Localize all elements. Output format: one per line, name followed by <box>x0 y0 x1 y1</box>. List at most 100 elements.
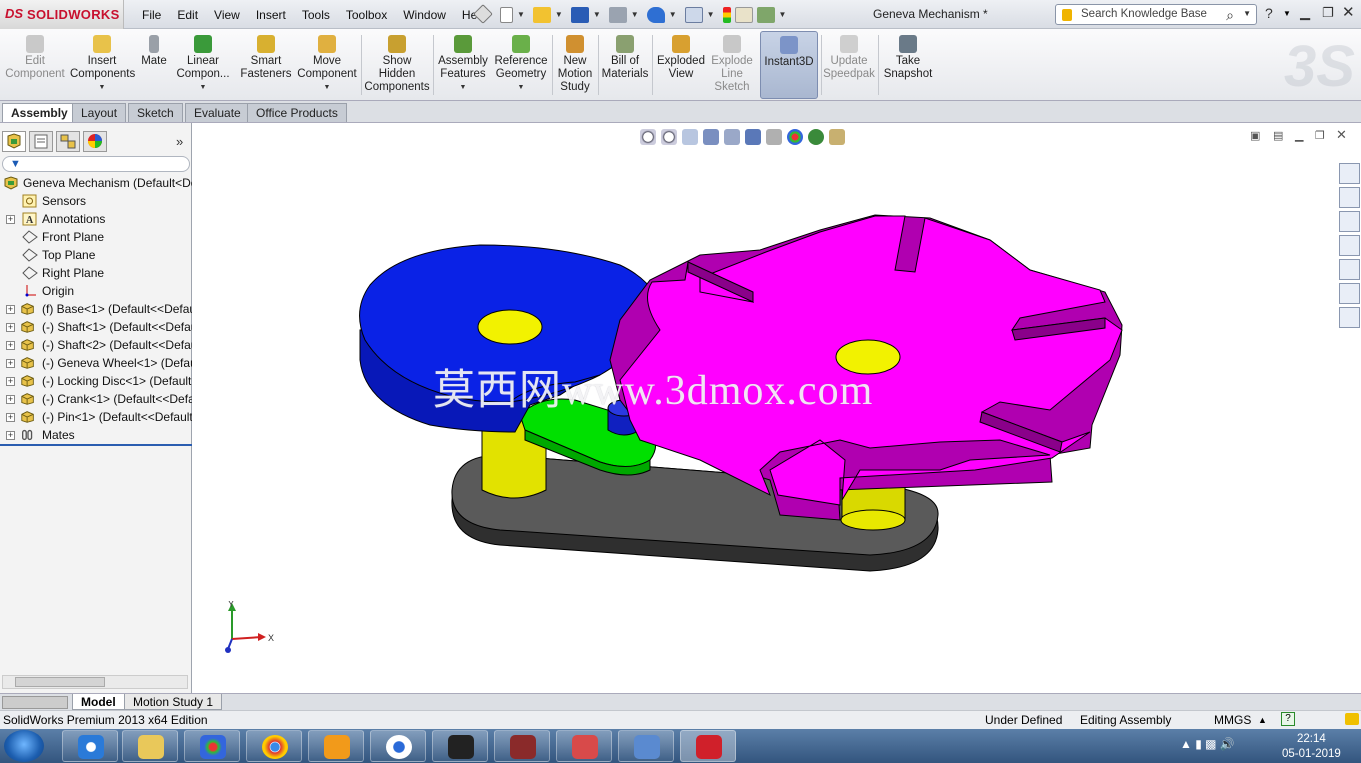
restore-icon[interactable]: ❐ <box>1322 5 1334 21</box>
start-button-icon[interactable] <box>4 730 44 762</box>
solidworks-logo[interactable]: DS SOLIDWORKS <box>0 0 124 29</box>
expand-icon[interactable]: + <box>6 395 15 404</box>
tree-item-shaft-2[interactable]: + (-) Shaft<2> (Default<<Default>_Displa… <box>0 336 192 354</box>
open-folder-icon[interactable] <box>532 6 551 23</box>
new-motion-study-button[interactable]: New Motion Study <box>555 31 595 99</box>
tree-item-annotations[interactable]: + A Annotations <box>0 210 192 228</box>
show-hidden-components-button[interactable]: Show Hidden Components <box>364 31 430 99</box>
filter-icon[interactable]: ▼ <box>10 158 21 170</box>
tree-item-crank[interactable]: + (-) Crank<1> (Default<<Default>_Displa… <box>0 390 192 408</box>
instant3d-button[interactable]: Instant3D <box>760 31 818 99</box>
assembly-features-button[interactable]: Assembly Features ▼ <box>436 31 490 99</box>
search-dropdown-icon[interactable]: ▼ <box>1243 9 1251 18</box>
menu-file[interactable]: File <box>134 8 169 22</box>
new-document-icon[interactable] <box>500 6 513 23</box>
tree-item-base[interactable]: + (f) Base<1> (Default<<Default>_Display… <box>0 300 192 318</box>
move-component-button[interactable]: Move Component ▼ <box>297 31 357 99</box>
feature-tree-filter[interactable]: ▼ <box>2 156 190 172</box>
rebuild-traffic-light-icon[interactable] <box>722 6 731 23</box>
reference-geometry-button[interactable]: Reference Geometry ▼ <box>493 31 549 99</box>
insert-components-button[interactable]: Insert Components ▼ <box>70 31 135 99</box>
menu-edit[interactable]: Edit <box>169 8 206 22</box>
expand-icon[interactable]: + <box>6 377 15 386</box>
menu-toolbox[interactable]: Toolbox <box>338 8 395 22</box>
explode-line-sketch-button[interactable]: Explode Line Sketch <box>709 31 755 99</box>
smart-fasteners-button[interactable]: Smart Fasteners <box>238 31 294 99</box>
system-tray-icons[interactable]: ▲ ▮ ▩ 🔊 <box>1180 737 1235 751</box>
tab-motion-study-1[interactable]: Motion Study 1 <box>124 694 223 710</box>
menu-window[interactable]: Window <box>395 8 454 22</box>
help-dropdown-icon[interactable]: ▼ <box>1283 9 1291 18</box>
snipping-tool-taskbar-icon[interactable] <box>556 730 612 762</box>
display-manager-tab-icon[interactable] <box>83 131 107 152</box>
feature-manager-tab-icon[interactable] <box>2 131 26 152</box>
paint-taskbar-icon[interactable] <box>184 730 240 762</box>
webcam-taskbar-icon[interactable] <box>370 730 426 762</box>
tab-model[interactable]: Model <box>72 694 125 710</box>
expand-icon[interactable]: + <box>6 323 15 332</box>
internet-explorer-taskbar-icon[interactable] <box>62 730 118 762</box>
expand-panel-icon[interactable]: » <box>176 134 183 149</box>
tab-scroll-arrows[interactable] <box>2 696 68 709</box>
remote-desktop-taskbar-icon[interactable] <box>618 730 674 762</box>
file-explorer-taskbar-icon[interactable] <box>122 730 178 762</box>
menu-insert[interactable]: Insert <box>248 8 294 22</box>
expand-icon[interactable]: + <box>6 215 15 224</box>
expand-icon[interactable]: + <box>6 305 15 314</box>
mate-button[interactable]: Mate <box>137 31 171 99</box>
tab-office-products[interactable]: Office Products <box>247 103 347 122</box>
save-icon[interactable] <box>570 6 589 23</box>
undo-icon[interactable] <box>646 6 665 23</box>
game-taskbar-icon[interactable] <box>494 730 550 762</box>
tree-item-origin[interactable]: Origin <box>0 282 192 300</box>
tree-item-geneva-wheel[interactable]: + (-) Geneva Wheel<1> (Default<<Default>… <box>0 354 192 372</box>
scrollbar-thumb[interactable] <box>15 677 105 687</box>
units-menu-icon[interactable]: ▲ <box>1258 715 1267 725</box>
minimize-icon[interactable]: ▁ <box>1300 5 1310 21</box>
take-snapshot-button[interactable]: Take Snapshot <box>880 31 936 99</box>
expand-icon[interactable]: + <box>6 341 15 350</box>
tree-item-pin[interactable]: + (-) Pin<1> (Default<<Default>_Display … <box>0 408 192 426</box>
tab-sketch[interactable]: Sketch <box>128 103 183 122</box>
property-manager-tab-icon[interactable] <box>29 131 53 152</box>
options-icon[interactable] <box>756 6 775 23</box>
menu-view[interactable]: View <box>206 8 248 22</box>
graphics-area[interactable]: ▣ ▤ ▁ ❐ ✕ 莫西网www.3dmox.com Y X <box>193 123 1361 693</box>
taskbar-clock[interactable]: 22:14 05-01-2019 <box>1282 732 1341 762</box>
tree-item-locking-disc[interactable]: + (-) Locking Disc<1> (Default<<Default>… <box>0 372 192 390</box>
exploded-view-button[interactable]: Exploded View <box>655 31 707 99</box>
close-icon[interactable]: ✕ <box>1342 3 1355 21</box>
tree-horizontal-scrollbar[interactable] <box>2 675 188 689</box>
search-icon[interactable]: ⌕ <box>1226 7 1234 24</box>
expand-icon[interactable]: + <box>6 431 15 440</box>
unit-system[interactable]: MMGS <box>1214 713 1251 727</box>
tag-icon[interactable] <box>1345 713 1359 725</box>
search-knowledge-base[interactable]: Search Knowledge Base ⌕ ▼ <box>1055 4 1257 25</box>
print-icon[interactable] <box>608 6 627 23</box>
expand-icon[interactable]: + <box>6 413 15 422</box>
expand-icon[interactable]: + <box>6 359 15 368</box>
linear-component-pattern-button[interactable]: Linear Compon... ▼ <box>173 31 233 99</box>
chrome-taskbar-icon[interactable] <box>246 730 302 762</box>
tree-item-front-plane[interactable]: Front Plane <box>0 228 192 246</box>
tree-item-right-plane[interactable]: Right Plane <box>0 264 192 282</box>
tree-item-shaft-1[interactable]: + (-) Shaft<1> (Default<<Default>_Displa… <box>0 318 192 336</box>
tab-layout[interactable]: Layout <box>72 103 127 122</box>
edit-component-button[interactable]: Edit Component <box>4 31 66 99</box>
tree-item-sensors[interactable]: Sensors <box>0 192 192 210</box>
menu-tools[interactable]: Tools <box>294 8 338 22</box>
update-speedpak-button[interactable]: Update Speedpak <box>822 31 876 99</box>
help-status-icon[interactable]: ? <box>1281 712 1295 726</box>
file-properties-icon[interactable] <box>734 6 753 23</box>
solidworks-taskbar-icon[interactable] <box>680 730 736 762</box>
tree-root-assembly[interactable]: Geneva Mechanism (Default<Default_Displa… <box>0 174 192 192</box>
search-input[interactable]: Search Knowledge Base <box>1081 8 1207 20</box>
reference-triad[interactable]: Y X <box>218 601 278 661</box>
configuration-manager-tab-icon[interactable] <box>56 131 80 152</box>
uc-browser-taskbar-icon[interactable] <box>308 730 364 762</box>
media-player-taskbar-icon[interactable] <box>432 730 488 762</box>
tab-assembly[interactable]: Assembly <box>2 103 77 122</box>
tree-item-mates[interactable]: + Mates <box>0 426 192 444</box>
tree-item-top-plane[interactable]: Top Plane <box>0 246 192 264</box>
help-icon[interactable]: ? <box>1265 5 1273 21</box>
